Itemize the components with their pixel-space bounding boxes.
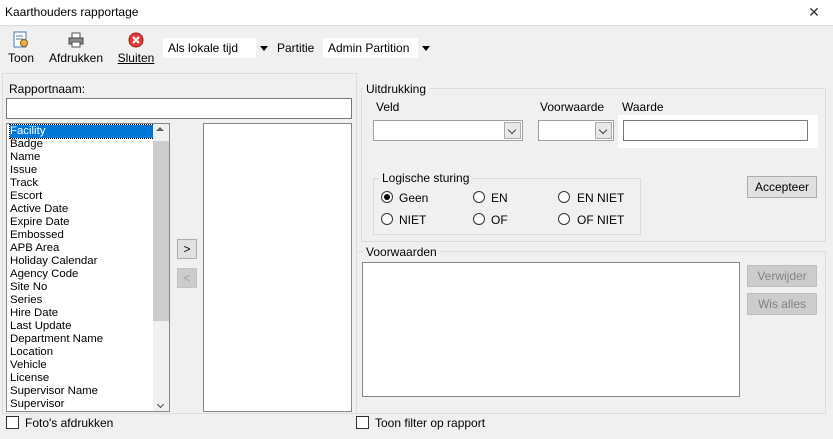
add-field-button[interactable]: > (177, 239, 197, 259)
field-list-item[interactable]: Supervisor Name (10, 385, 98, 398)
fields-scrollbar[interactable] (153, 124, 169, 411)
scroll-up-icon[interactable] (156, 127, 164, 131)
radio-niet-label: NIET (399, 213, 427, 227)
condition-label: Voorwaarde (540, 100, 605, 114)
field-list-item[interactable]: Vehicle (10, 359, 47, 372)
radio-en[interactable] (473, 191, 485, 203)
selected-fields-list[interactable] (203, 123, 352, 412)
expression-group-label: Uitdrukking (363, 82, 430, 96)
radio-en-niet[interactable] (558, 191, 570, 203)
partition-value: Admin Partition (328, 41, 410, 55)
field-list-item[interactable]: Escort (10, 190, 42, 203)
accept-button[interactable]: Accepteer (747, 176, 817, 198)
remove-field-button[interactable]: < (177, 268, 197, 288)
print-photos-label: Foto's afdrukken (25, 416, 114, 430)
field-list-item[interactable]: Agency Code (10, 268, 78, 281)
report-name-label: Rapportnaam: (9, 82, 86, 96)
show-button[interactable]: Toon (6, 31, 36, 69)
close-button[interactable]: Sluiten (116, 31, 156, 69)
radio-en-niet-label: EN NIET (577, 191, 625, 205)
print-label: Afdrukken (48, 51, 104, 65)
field-list-item[interactable]: Expire Date (10, 216, 70, 229)
time-mode-value: Als lokale tijd (168, 41, 239, 55)
dropdown-arrow-icon[interactable] (256, 38, 272, 58)
stop-icon (128, 32, 144, 48)
conditions-list[interactable] (362, 262, 740, 397)
show-filter-checkbox[interactable] (356, 416, 369, 429)
window-title: Kaarthouders rapportage (5, 5, 139, 19)
value-input[interactable] (623, 120, 808, 141)
print-button[interactable]: Afdrukken (47, 31, 105, 69)
show-filter-label: Toon filter op rapport (375, 416, 486, 430)
conditions-group-label: Voorwaarden (363, 245, 440, 259)
field-list-item[interactable]: APB Area (10, 242, 59, 255)
clear-all-button[interactable]: Wis alles (747, 293, 817, 315)
radio-niet[interactable] (381, 213, 393, 225)
time-mode-combo[interactable]: Als lokale tijd (162, 37, 273, 59)
field-list-item[interactable]: Name (10, 151, 40, 164)
available-fields-list[interactable]: Facility Badge Name Issue Track Escort Active … (6, 123, 170, 412)
value-label: Waarde (622, 100, 664, 114)
radio-en-label: EN (491, 191, 508, 205)
field-list-item[interactable]: Hire Date (10, 307, 58, 320)
field-list-item[interactable]: Badge (10, 138, 43, 151)
report-name-input[interactable] (6, 98, 352, 119)
report-view-icon (13, 31, 28, 48)
show-label: Toon (7, 51, 35, 65)
field-list-item[interactable]: Issue (10, 164, 37, 177)
chevron-down-icon[interactable] (504, 122, 521, 139)
dropdown-arrow-icon[interactable] (418, 38, 434, 58)
radio-geen[interactable] (381, 191, 393, 203)
field-list-item[interactable]: Embossed (10, 229, 64, 242)
radio-of-niet[interactable] (558, 213, 570, 225)
radio-of[interactable] (473, 213, 485, 225)
chevron-down-icon[interactable] (595, 122, 612, 139)
field-list-item[interactable]: Active Date (10, 203, 68, 216)
delete-condition-button[interactable]: Verwijder (747, 265, 817, 287)
scroll-down-icon[interactable] (156, 400, 165, 409)
field-label: Veld (376, 100, 400, 114)
field-list-item[interactable]: License (10, 372, 49, 385)
field-list-item[interactable]: Last Update (10, 320, 71, 333)
print-photos-checkbox[interactable] (6, 416, 19, 429)
field-list-item[interactable]: Location (10, 346, 53, 359)
close-window-icon[interactable]: ✕ (806, 4, 822, 20)
field-list-item[interactable]: Track (10, 177, 38, 190)
field-list-item[interactable]: Series (10, 294, 42, 307)
field-list-item[interactable]: Department Name (10, 333, 103, 346)
scroll-thumb[interactable] (153, 141, 169, 321)
close-label: Sluiten (117, 51, 155, 65)
field-select[interactable] (373, 120, 523, 141)
radio-of-niet-label: OF NIET (577, 213, 625, 227)
field-list-item[interactable]: Site No (10, 281, 47, 294)
partition-combo[interactable]: Admin Partition (322, 37, 435, 59)
radio-of-label: OF (491, 213, 508, 227)
printer-icon (68, 32, 84, 48)
condition-select[interactable] (538, 120, 614, 141)
field-list-item[interactable]: Supervisor (10, 398, 64, 411)
field-list-item[interactable]: Holiday Calendar (10, 255, 97, 268)
partition-label: Partitie (277, 41, 315, 55)
field-list-item[interactable]: Facility (9, 124, 155, 139)
logic-group-label: Logische sturing (379, 171, 473, 185)
radio-geen-label: Geen (399, 191, 429, 205)
